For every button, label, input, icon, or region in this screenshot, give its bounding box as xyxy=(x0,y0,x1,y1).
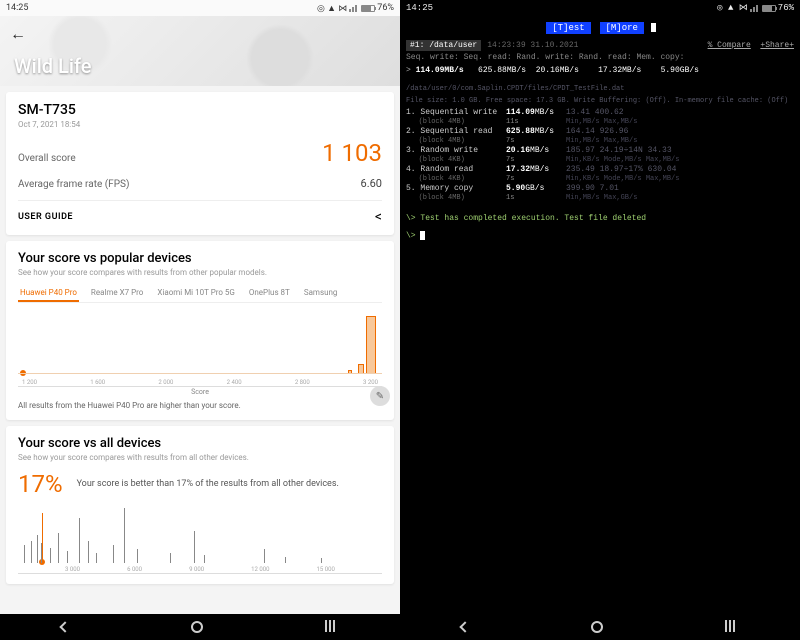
all-title: Your score vs all devices xyxy=(18,436,382,451)
battery-icon xyxy=(762,5,776,12)
share-link[interactable]: +Share+ xyxy=(760,41,794,50)
signal-icon xyxy=(750,4,760,12)
file-info: File size: 1.0 GB. Free space: 17.3 GB. … xyxy=(400,95,800,107)
fps-label: Average frame rate (FPS) xyxy=(18,179,129,190)
edit-icon[interactable]: ✎ xyxy=(370,386,390,406)
tab-realme[interactable]: Realme X7 Pro xyxy=(89,285,145,302)
device-tabs: Huawei P40 Pro Realme X7 Pro Xiaomi Mi 1… xyxy=(18,285,382,303)
user-guide-link[interactable]: USER GUIDE xyxy=(18,212,73,222)
nav-back-icon[interactable] xyxy=(459,621,470,632)
nav-recents-icon[interactable] xyxy=(325,620,339,634)
popular-devices-card: Your score vs popular devices See how yo… xyxy=(6,241,394,420)
run-tag: #1: /data/user xyxy=(406,40,481,51)
device-name: SM-T735 xyxy=(18,102,382,118)
fps-value: 6.60 xyxy=(361,177,382,190)
run-timestamp: 14:23:39 31.10.2021 xyxy=(487,41,578,50)
popular-sub: See how your score compares with results… xyxy=(18,268,382,277)
prompt: \> xyxy=(400,227,800,245)
popular-chart: 1 200 1 600 2 000 2 400 2 800 3 200 Scor… xyxy=(18,307,382,387)
overall-score: 1 103 xyxy=(322,139,382,167)
status-bar-left: 14:25 ◎ ▲ ⋈ 76% xyxy=(0,0,400,16)
all-chart: 3 000 6 000 9 000 12 000 15 000 xyxy=(18,504,382,574)
popular-note: All results from the Huawei P40 Pro are … xyxy=(18,401,382,410)
android-navbar xyxy=(0,614,400,640)
term-toolbar: [T]est [M]ore xyxy=(400,16,800,40)
file-path: /data/user/0/com.Saplin.CPDT/files/CPDT_… xyxy=(400,83,800,95)
android-navbar xyxy=(400,614,800,640)
back-icon[interactable]: ← xyxy=(10,24,26,44)
toolbar-cursor xyxy=(651,23,656,32)
signal-icon xyxy=(349,4,359,12)
tab-xiaomi[interactable]: Xiaomi Mi 10T Pro 5G xyxy=(155,285,237,302)
summary-values: > 114.09MB/s 625.88MB/s 20.16MB/s 17.32M… xyxy=(400,64,800,77)
summary-labels: Seq. write: Seq. read: Rand. write: Rand… xyxy=(400,51,800,64)
completion-msg: \> Test has completed execution. Test fi… xyxy=(400,210,800,227)
nav-back-icon[interactable] xyxy=(59,621,70,632)
percentile-desc: Your score is better than 17% of the res… xyxy=(77,479,382,489)
tab-oneplus[interactable]: OnePlus 8T xyxy=(247,285,292,302)
all-sub: See how your score compares with results… xyxy=(18,453,382,462)
nav-home-icon[interactable] xyxy=(191,621,203,633)
run-header: #1: /data/user 14:23:39 31.10.2021 % Com… xyxy=(400,40,800,51)
test-results: 1. Sequential write114.09MB/s13.41 400.6… xyxy=(400,107,800,202)
hero-banner: ← Wild Life xyxy=(0,16,400,86)
tab-huawei[interactable]: Huawei P40 Pro xyxy=(18,285,79,302)
tab-samsung[interactable]: Samsung xyxy=(302,285,340,302)
battery-icon xyxy=(361,5,375,12)
more-button[interactable]: [M]ore xyxy=(600,22,644,34)
compare-link[interactable]: % Compare xyxy=(708,41,751,50)
status-battery: 76% xyxy=(377,3,394,13)
all-devices-card: Your score vs all devices See how your s… xyxy=(6,426,394,584)
percentile-value: 17% xyxy=(18,470,63,498)
share-icon[interactable]: < xyxy=(375,209,382,225)
nav-recents-icon[interactable] xyxy=(725,620,739,634)
status-icons: ◎ ▲ ⋈ xyxy=(317,3,347,14)
test-button[interactable]: [T]est xyxy=(546,22,590,34)
status-time: 14:25 xyxy=(6,3,28,13)
popular-title: Your score vs popular devices xyxy=(18,251,382,266)
test-date: Oct 7, 2021 18:54 xyxy=(18,120,382,129)
status-bar-right: 14:25 ◎ ▲ ⋈ 76% xyxy=(400,0,800,16)
score-card: SM-T735 Oct 7, 2021 18:54 Overall score … xyxy=(6,92,394,235)
nav-home-icon[interactable] xyxy=(591,621,603,633)
overall-label: Overall score xyxy=(18,153,76,164)
page-title: Wild Life xyxy=(14,54,91,78)
